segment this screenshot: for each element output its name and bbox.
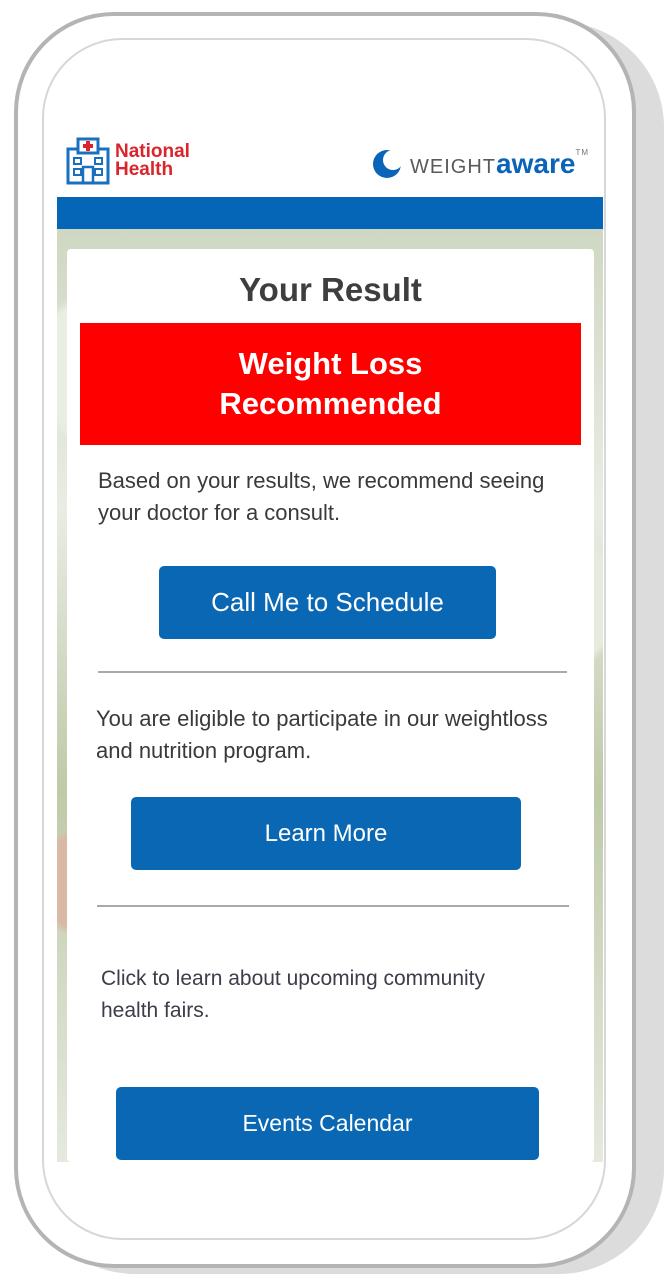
weightaware-light-text: WEIGHT: [410, 156, 497, 178]
result-status-banner: Weight Loss Recommended: [80, 323, 581, 445]
result-status-text: Weight Loss Recommended: [219, 346, 442, 421]
program-eligibility-text: You are eligible to participate in our w…: [96, 706, 548, 763]
call-me-to-schedule-button[interactable]: Call Me to Schedule: [159, 566, 496, 639]
weightaware-bold-text: aware: [496, 148, 576, 179]
weightaware-logo[interactable]: WEIGHTawareTM: [372, 148, 589, 180]
hospital-icon: [66, 137, 110, 185]
section-divider: [97, 905, 569, 907]
learn-more-button[interactable]: Learn More: [131, 797, 521, 870]
page-title: Your Result: [239, 271, 422, 308]
weightaware-wordmark: WEIGHTawareTM: [410, 148, 589, 180]
national-health-logo[interactable]: National Health: [65, 137, 190, 185]
health-fairs-text: Click to learn about upcoming community …: [101, 967, 486, 1022]
weightaware-logo-icon: [373, 150, 403, 178]
app-header: National Health WEIGHTawareTM: [57, 131, 603, 197]
national-health-wordmark: National Health: [115, 142, 190, 180]
national-health-line2: Health: [115, 159, 174, 180]
section-divider: [98, 671, 567, 673]
trademark-mark: TM: [575, 148, 589, 157]
doctor-recommendation-text: Based on your results, we recommend seei…: [98, 468, 545, 525]
header-blue-bar: [57, 197, 603, 229]
result-card: Your Result Weight Loss Recommended Base…: [67, 249, 594, 1162]
events-calendar-button[interactable]: Events Calendar: [116, 1087, 539, 1160]
